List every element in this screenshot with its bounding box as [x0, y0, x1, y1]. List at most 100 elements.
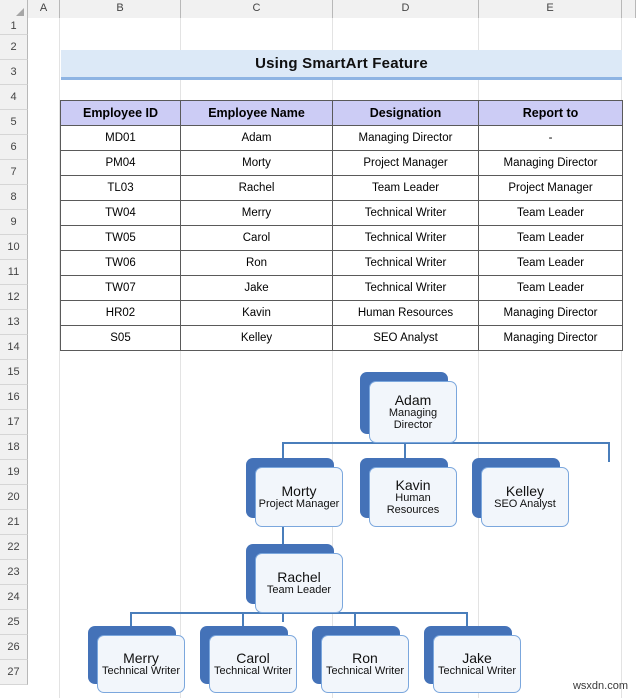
table-cell[interactable]: Kavin	[180, 300, 333, 326]
row-header-7[interactable]: 7	[0, 160, 28, 185]
row-header-8[interactable]: 8	[0, 185, 28, 210]
table-cell[interactable]: Jake	[180, 275, 333, 301]
smartart-org-chart[interactable]: Adam Managing Director Morty Project Man…	[60, 368, 610, 693]
table-cell[interactable]: Ron	[180, 250, 333, 276]
org-node-jake[interactable]: Jake Technical Writer	[424, 626, 521, 693]
table-row: MD01 Adam Managing Director -	[60, 125, 623, 151]
node-title: SEO Analyst	[494, 497, 556, 510]
row-header-15[interactable]: 15	[0, 360, 28, 385]
table-cell[interactable]: Adam	[180, 125, 333, 151]
table-row: S05 Kelley SEO Analyst Managing Director	[60, 325, 623, 351]
page-title: Using SmartArt Feature	[255, 55, 428, 72]
table-cell[interactable]: Merry	[180, 200, 333, 226]
table-column-header: Employee Name	[180, 100, 333, 126]
node-name: Rachel	[277, 568, 321, 585]
column-header-row: ABCDE	[0, 0, 636, 18]
org-node-rachel[interactable]: Rachel Team Leader	[246, 544, 343, 613]
org-node-adam[interactable]: Adam Managing Director	[360, 372, 457, 443]
row-header-20[interactable]: 20	[0, 485, 28, 510]
table-cell[interactable]: Team Leader	[478, 250, 623, 276]
table-cell[interactable]: Technical Writer	[332, 275, 479, 301]
table-cell[interactable]: TW05	[60, 225, 181, 251]
row-header-10[interactable]: 10	[0, 235, 28, 260]
node-title: Technical Writer	[325, 664, 405, 677]
table-cell[interactable]: Carol	[180, 225, 333, 251]
table-cell[interactable]: Team Leader	[478, 200, 623, 226]
row-header-6[interactable]: 6	[0, 135, 28, 160]
node-name: Kelley	[505, 482, 545, 499]
table-cell[interactable]: S05	[60, 325, 181, 351]
row-header-19[interactable]: 19	[0, 460, 28, 485]
node-title: Technical Writer	[101, 664, 181, 677]
column-header-b[interactable]: B	[60, 0, 181, 18]
table-cell[interactable]: TW04	[60, 200, 181, 226]
row-header-column: 1 2 3 4 5 6 7 8 9 10 11 12 13 14 15 16 17 18 19 20 21 22 23 24 2…	[0, 18, 28, 685]
row-header-11[interactable]: 11	[0, 260, 28, 285]
table-cell[interactable]: Project Manager	[478, 175, 623, 201]
row-header-1[interactable]: 1	[0, 18, 28, 35]
node-name: Jake	[462, 649, 492, 666]
table-cell[interactable]: TW07	[60, 275, 181, 301]
table-cell[interactable]: Team Leader	[332, 175, 479, 201]
column-header-d[interactable]: D	[333, 0, 479, 18]
table-cell[interactable]: TL03	[60, 175, 181, 201]
org-node-ron[interactable]: Ron Technical Writer	[312, 626, 409, 693]
table-cell[interactable]: HR02	[60, 300, 181, 326]
org-node-carol[interactable]: Carol Technical Writer	[200, 626, 297, 693]
row-header-17[interactable]: 17	[0, 410, 28, 435]
org-node-morty[interactable]: Morty Project Manager	[246, 458, 343, 527]
node-body: Kelley SEO Analyst	[481, 467, 569, 527]
table-cell[interactable]: Managing Director	[478, 150, 623, 176]
row-header-21[interactable]: 21	[0, 510, 28, 535]
node-body: Merry Technical Writer	[97, 635, 185, 693]
node-body: Ron Technical Writer	[321, 635, 409, 693]
table-cell[interactable]: Technical Writer	[332, 200, 479, 226]
row-header-24[interactable]: 24	[0, 585, 28, 610]
row-header-14[interactable]: 14	[0, 335, 28, 360]
column-header-f[interactable]	[622, 0, 636, 18]
column-header-a[interactable]: A	[28, 0, 60, 18]
table-cell[interactable]: Human Resources	[332, 300, 479, 326]
row-header-13[interactable]: 13	[0, 310, 28, 335]
row-header-5[interactable]: 5	[0, 110, 28, 135]
table-cell[interactable]: MD01	[60, 125, 181, 151]
table-cell[interactable]: TW06	[60, 250, 181, 276]
table-cell[interactable]: Managing Director	[478, 300, 623, 326]
row-header-22[interactable]: 22	[0, 535, 28, 560]
table-header-row: Employee ID Employee Name Designation Repor…	[60, 100, 623, 126]
table-cell[interactable]: -	[478, 125, 623, 151]
table-cell[interactable]: Managing Director	[332, 125, 479, 151]
table-cell[interactable]: Project Manager	[332, 150, 479, 176]
row-header-3[interactable]: 3	[0, 60, 28, 85]
row-header-23[interactable]: 23	[0, 560, 28, 585]
org-node-kelley[interactable]: Kelley SEO Analyst	[472, 458, 569, 527]
table-cell[interactable]: Technical Writer	[332, 250, 479, 276]
node-body: Jake Technical Writer	[433, 635, 521, 693]
row-header-25[interactable]: 25	[0, 610, 28, 635]
row-header-27[interactable]: 27	[0, 660, 28, 685]
row-header-18[interactable]: 18	[0, 435, 28, 460]
watermark: wsxdn.com	[572, 680, 628, 692]
title-banner: Using SmartArt Feature	[61, 50, 622, 80]
table-cell[interactable]: PM04	[60, 150, 181, 176]
row-header-9[interactable]: 9	[0, 210, 28, 235]
row-header-26[interactable]: 26	[0, 635, 28, 660]
table-cell[interactable]: SEO Analyst	[332, 325, 479, 351]
table-cell[interactable]: Team Leader	[478, 275, 623, 301]
org-node-merry[interactable]: Merry Technical Writer	[88, 626, 185, 693]
row-header-12[interactable]: 12	[0, 285, 28, 310]
org-node-kavin[interactable]: Kavin Human Resources	[360, 458, 457, 527]
table-cell[interactable]: Rachel	[180, 175, 333, 201]
row-header-4[interactable]: 4	[0, 85, 28, 110]
row-header-16[interactable]: 16	[0, 385, 28, 410]
column-header-e[interactable]: E	[479, 0, 622, 18]
row-header-2[interactable]: 2	[0, 35, 28, 60]
table-cell[interactable]: Kelley	[180, 325, 333, 351]
table-cell[interactable]: Technical Writer	[332, 225, 479, 251]
select-all-corner[interactable]	[0, 0, 28, 18]
column-header-c[interactable]: C	[181, 0, 333, 18]
table-cell[interactable]: Team Leader	[478, 225, 623, 251]
node-name: Morty	[281, 482, 317, 499]
table-cell[interactable]: Managing Director	[478, 325, 623, 351]
table-cell[interactable]: Morty	[180, 150, 333, 176]
